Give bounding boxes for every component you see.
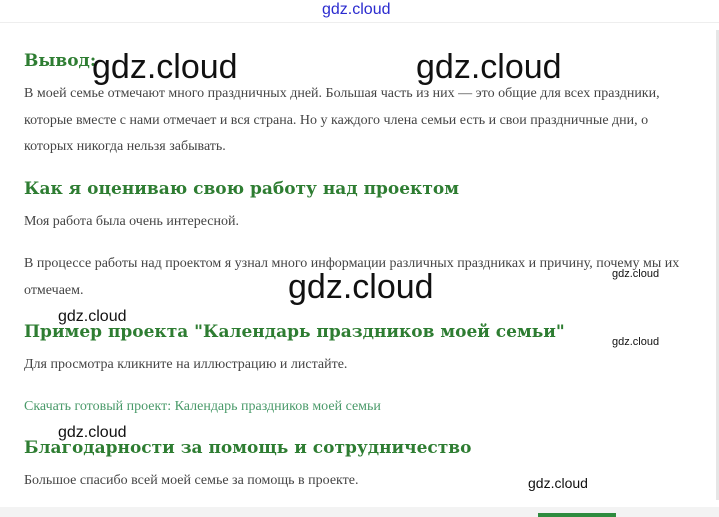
footer-button-edge[interactable]	[538, 513, 616, 517]
watermark-top: gdz.cloud	[322, 1, 391, 18]
download-project-link[interactable]: Скачать готовый проект: Календарь праздн…	[24, 394, 381, 420]
self-assessment-text-1: Моя работа была очень интересной.	[24, 214, 240, 229]
watermark-small-1: gdz.cloud	[612, 268, 660, 280]
conclusion-text: В моей семье отмечают много праздничных …	[24, 86, 660, 154]
watermark-mid-1: gdz.cloud	[58, 308, 127, 325]
watermark-mid-2: gdz.cloud	[58, 424, 127, 441]
watermark-small-2: gdz.cloud	[612, 336, 660, 348]
watermark-mid-3: gdz.cloud	[528, 475, 588, 491]
self-assessment-heading: Как я оцениваю свою работу над проектом	[24, 179, 459, 199]
top-divider	[0, 22, 719, 23]
watermark-big-2: gdz.cloud	[416, 48, 562, 86]
watermark-big-3: gdz.cloud	[288, 268, 434, 306]
watermark-big-1: gdz.cloud	[92, 48, 238, 86]
project-example-text: Для просмотра кликните на иллюстрацию и …	[24, 357, 348, 372]
thanks-text: Большое спасибо всей моей семье за помощ…	[24, 473, 359, 488]
conclusion-heading: Вывод:	[24, 51, 97, 71]
